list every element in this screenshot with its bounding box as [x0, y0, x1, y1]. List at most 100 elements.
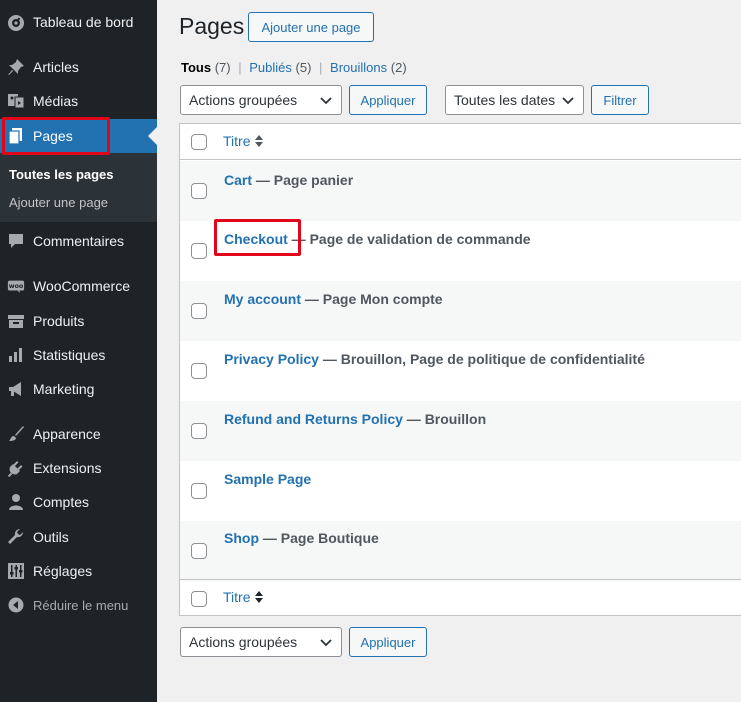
select-all-checkbox-bottom[interactable]	[191, 591, 207, 607]
comment-icon	[7, 232, 25, 250]
table-row: Sample Page	[180, 461, 741, 521]
chevron-down-icon	[320, 97, 332, 105]
media-icon	[7, 92, 25, 110]
column-title-label: Titre	[223, 133, 251, 149]
row-title-link[interactable]: Privacy Policy	[224, 351, 319, 367]
menu-item-statistics[interactable]: Statistiques	[0, 340, 157, 370]
pages-submenu: Toutes les pages Ajouter une page	[0, 153, 157, 222]
menu-label: Extensions	[33, 460, 102, 476]
collapse-icon	[7, 596, 25, 614]
select-all-checkbox[interactable]	[191, 134, 207, 150]
menu-label: Articles	[33, 59, 79, 75]
row-checkbox[interactable]	[191, 423, 207, 439]
menu-item-appearance[interactable]: Apparence	[0, 419, 157, 449]
pages-icon	[7, 127, 25, 145]
row-title-link[interactable]: Shop	[224, 530, 259, 546]
menu-item-extensions[interactable]: Extensions	[0, 453, 157, 483]
menu-item-comments[interactable]: Commentaires	[0, 226, 157, 256]
menu-item-products[interactable]: Produits	[0, 306, 157, 336]
row-state: — Page Boutique	[259, 530, 379, 546]
filter-drafts[interactable]: Brouillons	[330, 60, 387, 75]
menu-item-dashboard[interactable]: Tableau de bord	[0, 7, 157, 37]
add-page-button[interactable]: Ajouter une page	[248, 12, 374, 42]
table-row: My account — Page Mon compte	[180, 281, 741, 341]
row-title-link[interactable]: My account	[224, 291, 301, 307]
collapse-menu-button[interactable]: Réduire le menu	[0, 590, 157, 620]
column-title-label: Titre	[223, 589, 251, 605]
row-checkbox[interactable]	[191, 183, 207, 199]
filter-button[interactable]: Filtrer	[591, 85, 649, 115]
menu-item-articles[interactable]: Articles	[0, 52, 157, 82]
row-title-link[interactable]: Checkout	[224, 231, 288, 247]
row-checkbox[interactable]	[191, 303, 207, 319]
submenu-all-pages[interactable]: Toutes les pages	[9, 167, 114, 182]
filter-published-count: (5)	[295, 60, 312, 75]
row-title-link[interactable]: Cart	[224, 172, 252, 188]
menu-item-medias[interactable]: Médias	[0, 86, 157, 116]
menu-label: Produits	[33, 313, 85, 329]
submenu-add-page[interactable]: Ajouter une page	[9, 195, 108, 210]
menu-item-woocommerce[interactable]: woo WooCommerce	[0, 271, 157, 301]
dashboard-icon	[7, 13, 25, 31]
row-checkbox[interactable]	[191, 543, 207, 559]
apply-button-bottom[interactable]: Appliquer	[349, 627, 427, 657]
sort-icon	[255, 135, 264, 147]
filter-all[interactable]: Tous	[181, 60, 211, 75]
row-state: — Page de validation de commande	[287, 231, 531, 247]
apply-button-top[interactable]: Appliquer	[349, 85, 427, 115]
menu-label: WooCommerce	[33, 278, 130, 294]
column-title-sort[interactable]: Titre	[223, 133, 264, 149]
archive-icon	[7, 312, 25, 330]
table-row: Refund and Returns Policy — Brouillon	[180, 401, 741, 461]
menu-label: Outils	[33, 529, 69, 545]
menu-label: Réduire le menu	[33, 597, 129, 613]
page-title: Pages	[179, 13, 245, 39]
table-row: Shop — Page Boutique	[180, 521, 741, 581]
svg-text:woo: woo	[9, 283, 24, 290]
status-filters: Tous (7) | Publiés (5) | Brouillons (2)	[181, 60, 407, 75]
menu-label: Médias	[33, 93, 79, 109]
row-title-link[interactable]: Refund and Returns Policy	[224, 411, 403, 427]
wrench-icon	[7, 528, 25, 546]
sort-icon	[255, 591, 264, 603]
dates-select[interactable]: Toutes les dates	[445, 85, 584, 115]
row-title-link[interactable]: Sample Page	[224, 471, 311, 487]
menu-item-tools[interactable]: Outils	[0, 522, 157, 552]
chevron-down-icon	[320, 639, 332, 647]
row-checkbox[interactable]	[191, 363, 207, 379]
dates-value: Toutes les dates	[454, 92, 556, 108]
filter-all-count: (7)	[214, 60, 231, 75]
bulk-actions-select[interactable]: Actions groupées	[180, 85, 342, 115]
bulk-actions-value: Actions groupées	[189, 634, 298, 650]
menu-label: Tableau de bord	[33, 14, 134, 30]
paintbrush-icon	[7, 425, 25, 443]
table-header: Titre	[180, 124, 741, 160]
current-indicator	[148, 127, 157, 145]
menu-label: Réglages	[33, 563, 93, 579]
menu-label: Commentaires	[33, 233, 125, 249]
menu-label: Apparence	[33, 426, 101, 442]
table-row: Privacy Policy — Brouillon, Page de poli…	[180, 341, 741, 401]
table-footer: Titre	[180, 579, 741, 616]
row-checkbox[interactable]	[191, 243, 207, 259]
menu-label: Marketing	[33, 381, 95, 397]
row-state: — Page panier	[252, 172, 354, 188]
menu-item-settings[interactable]: Réglages	[0, 556, 157, 586]
filter-drafts-count: (2)	[390, 60, 407, 75]
pages-table: Titre Cart — Page panier Checkout — Page…	[179, 123, 741, 616]
bulk-actions-select-bottom[interactable]: Actions groupées	[180, 627, 342, 657]
admin-sidebar: Tableau de bord Articles Médias Pages To…	[0, 0, 157, 702]
filter-published[interactable]: Publiés	[249, 60, 292, 75]
row-state: — Brouillon	[402, 411, 487, 427]
menu-item-pages[interactable]: Pages	[0, 119, 157, 153]
row-checkbox[interactable]	[191, 483, 207, 499]
megaphone-icon	[7, 380, 25, 398]
column-title-sort-bottom[interactable]: Titre	[223, 589, 264, 605]
menu-label: Comptes	[33, 494, 90, 510]
bar-chart-icon	[7, 346, 25, 364]
pushpin-icon	[7, 58, 25, 76]
sliders-icon	[7, 562, 25, 580]
menu-item-marketing[interactable]: Marketing	[0, 374, 157, 404]
row-state: — Page Mon compte	[301, 291, 443, 307]
menu-item-accounts[interactable]: Comptes	[0, 487, 157, 517]
